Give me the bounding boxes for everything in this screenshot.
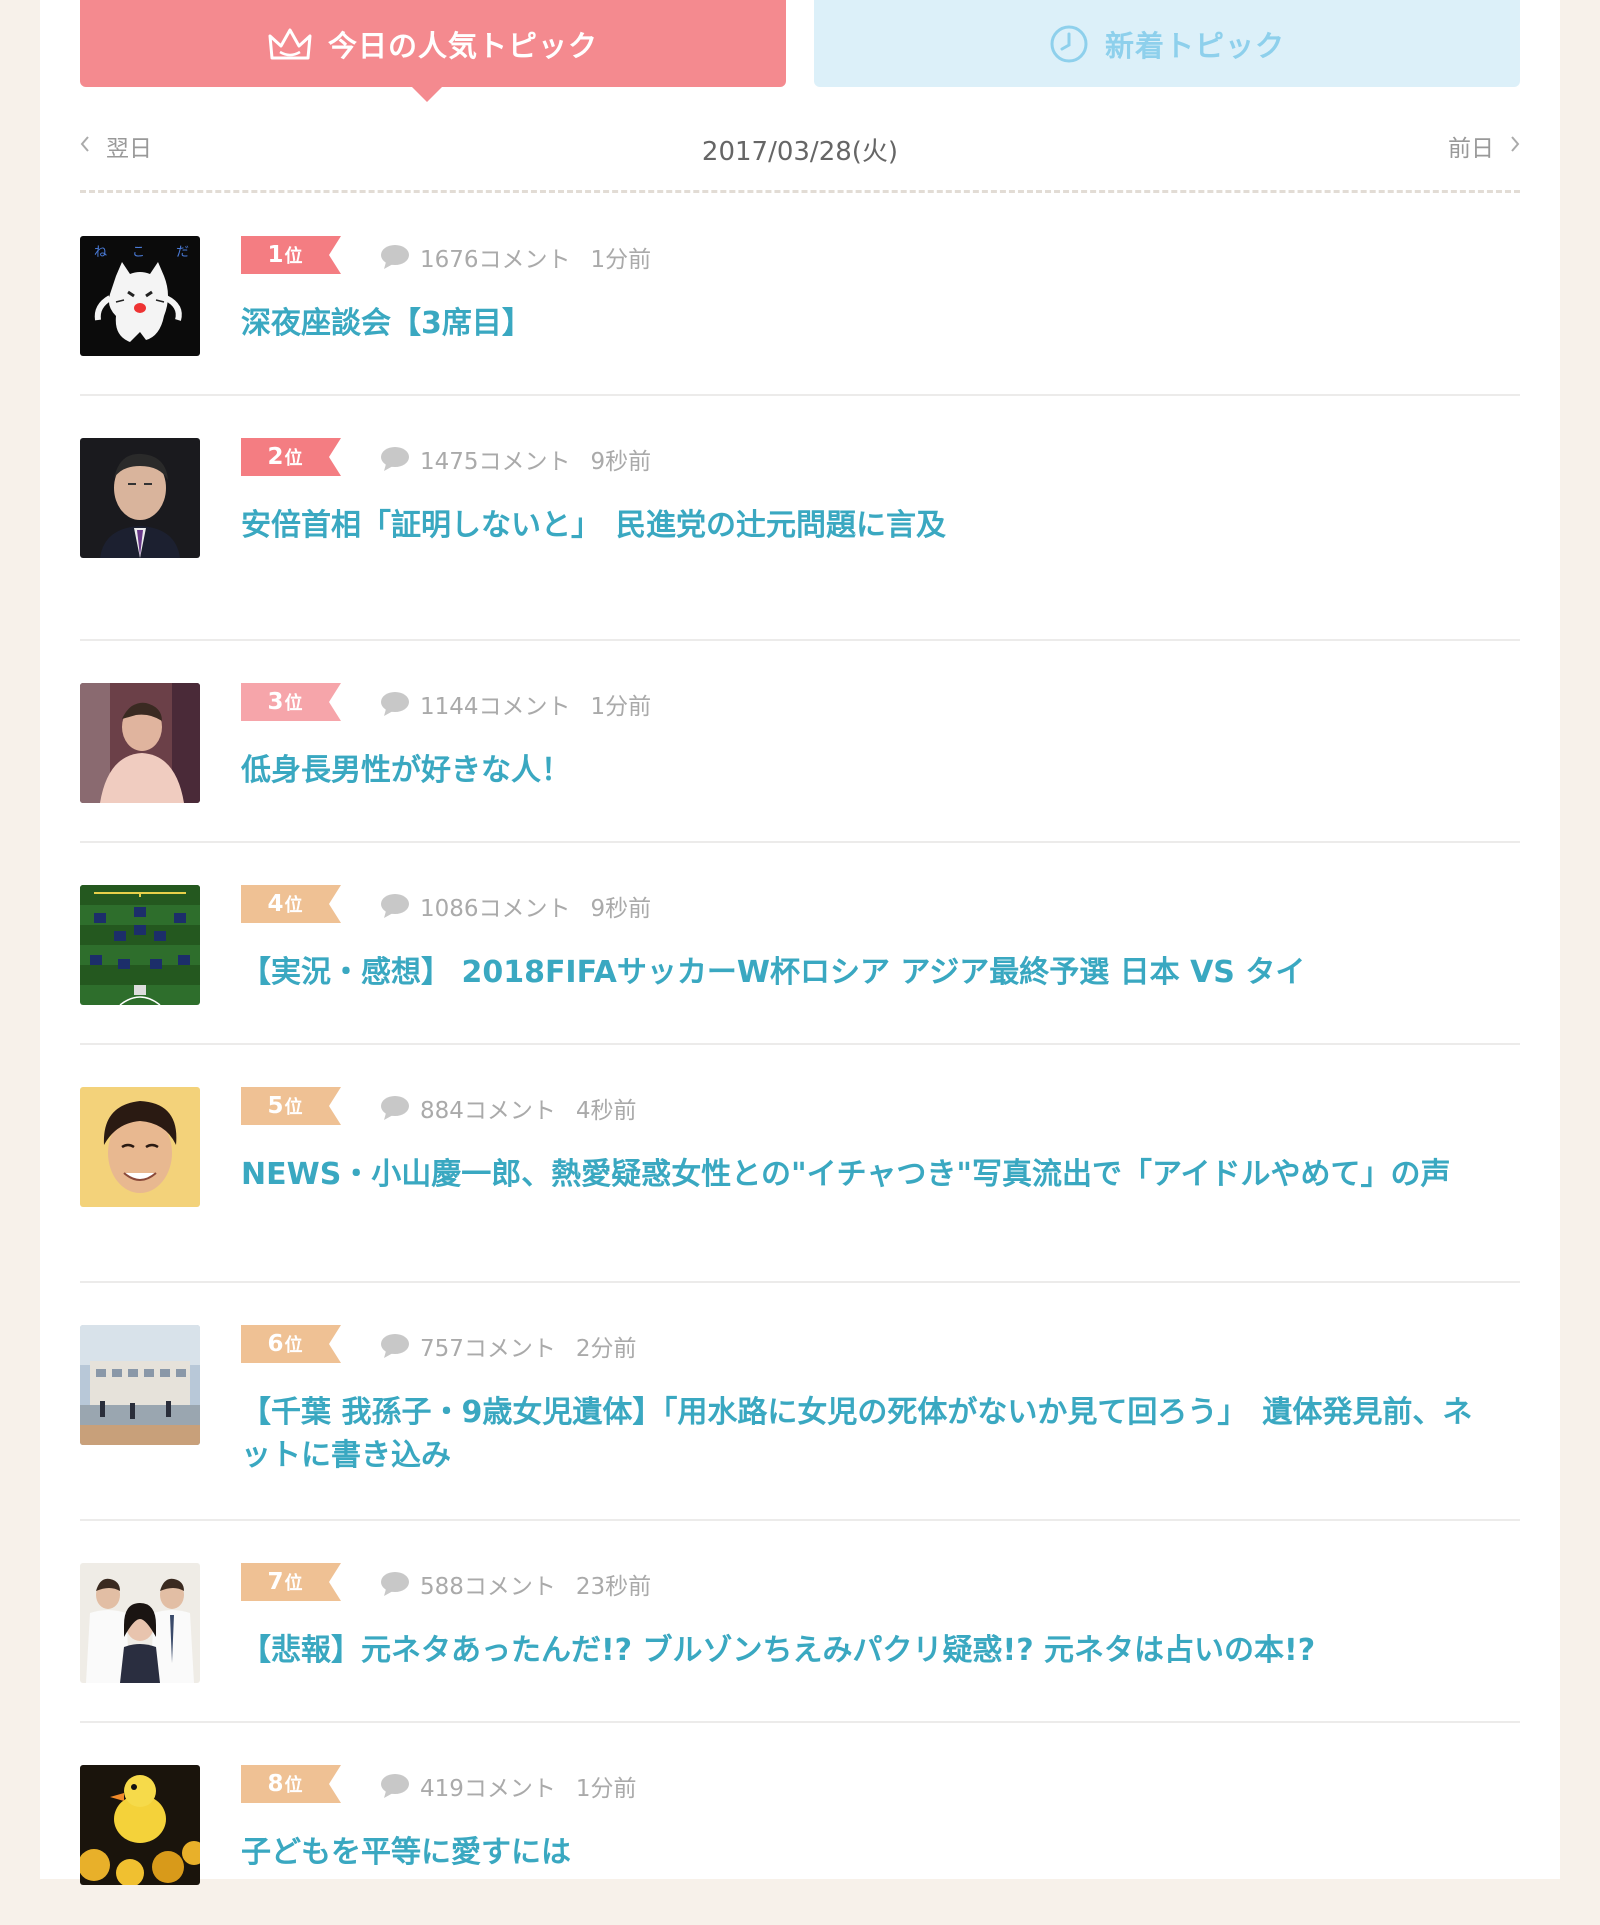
comment-bubble-icon [380,893,410,919]
rank-suffix: 位 [284,1097,303,1118]
thumbnail-school-building[interactable] [80,1325,200,1445]
thumbnail-three-people[interactable] [80,1563,200,1683]
tab-new-label: 新着トピック [1104,28,1285,63]
topic-title-link[interactable]: 低身長男性が好きな人！ [241,749,1491,792]
crown-icon [268,26,312,62]
comment-count: 419コメント [420,1776,556,1802]
comment-bubble-icon [380,1571,410,1597]
topic-title-link[interactable]: 安倍首相「証明しないと」 民進党の辻元問題に言及 [241,504,1491,547]
comment-count: 1676コメント [420,247,571,273]
topic-title-link[interactable]: 【実況・感想】 2018FIFAサッカーW杯ロシア アジア最終予選 日本 VS … [241,951,1491,994]
time-ago: 4秒前 [575,1098,637,1124]
topic-title-link[interactable]: 【悲報】元ネタあったんだ!? ブルゾンちえみパクリ疑惑!? 元ネタは占いの本!? [241,1629,1491,1672]
thumbnail-ghost-cat[interactable]: ね こ だ [80,236,200,356]
rank-number: 1 [267,242,284,268]
tab-popular-topics[interactable]: 今日の人気トピック [80,0,786,87]
topic-title-link[interactable]: NEWS・小山慶一郎、熱愛疑惑女性との"イチャつき"写真流出で「アイドルやめて」… [241,1153,1491,1196]
topic-title-link[interactable]: 深夜座談会【3席目】 [241,302,1491,345]
rank-badge: 8位 [241,1765,341,1803]
rank-number: 6 [267,1331,284,1357]
time-ago: 1分前 [590,694,652,720]
rank-number: 5 [267,1093,284,1119]
rank-suffix: 位 [284,1573,303,1594]
rank-suffix: 位 [284,1335,303,1356]
chevron-right-icon [1510,133,1520,159]
comment-bubble-icon [380,1773,410,1799]
rank-suffix: 位 [284,895,303,916]
page-container: 今日の人気トピック 新着トピック 翌日 2017/03/28(火) 前日 ね こ… [40,0,1560,1885]
rank-badge: 2位 [241,438,341,476]
topic-item[interactable]: 8位 419コメント 1分前 子どもを平等に愛すには [80,1765,1520,1925]
topic-meta: 757コメント 2分前 [380,1329,637,1363]
svg-text:こ: こ [132,245,145,260]
thumbnail-smiling-man[interactable] [80,1087,200,1207]
comment-bubble-icon [380,244,410,270]
thumbnail-person-photo[interactable] [80,683,200,803]
time-ago: 1分前 [590,247,652,273]
rank-suffix: 位 [284,246,303,267]
comment-count: 1144コメント [420,694,571,720]
comment-count: 1475コメント [420,449,571,475]
topic-title-link[interactable]: 子どもを平等に愛すには [241,1831,1491,1874]
topic-meta: 1475コメント 9秒前 [380,442,651,476]
date-divider [80,190,1520,193]
topic-item[interactable]: 6位 757コメント 2分前 【千葉 我孫子・9歳女児遺体】「用水路に女児の死体… [80,1325,1520,1521]
rank-badge: 5位 [241,1087,341,1125]
comment-count: 757コメント [420,1336,556,1362]
date-navigation: 翌日 2017/03/28(火) 前日 [80,125,1520,175]
clock-icon [1049,24,1089,64]
comment-bubble-icon [380,691,410,717]
rank-badge: 4位 [241,885,341,923]
comment-bubble-icon [380,446,410,472]
topic-meta: 1676コメント 1分前 [380,240,651,274]
topic-meta: 1144コメント 1分前 [380,687,651,721]
topic-item[interactable]: ね こ だ 1位 1676コメント 1分前 深夜座談会【3席目】 [80,236,1520,396]
time-ago: 2分前 [575,1336,637,1362]
topic-meta: 1086コメント 9秒前 [380,889,651,923]
time-ago: 23秒前 [575,1574,652,1600]
topic-title-link[interactable]: 【千葉 我孫子・9歳女児遺体】「用水路に女児の死体がないか見て回ろう」 遺体発見… [241,1391,1491,1477]
rank-number: 8 [267,1771,284,1797]
rank-badge: 7位 [241,1563,341,1601]
rank-suffix: 位 [284,448,303,469]
topic-meta: 419コメント 1分前 [380,1769,637,1803]
comment-count: 1086コメント [420,896,571,922]
rank-number: 4 [267,891,284,917]
topic-item[interactable]: 4位 1086コメント 9秒前 【実況・感想】 2018FIFAサッカーW杯ロシ… [80,885,1520,1045]
tab-new-topics[interactable]: 新着トピック [814,0,1520,87]
rank-suffix: 位 [284,1775,303,1796]
rank-suffix: 位 [284,693,303,714]
rank-badge: 1位 [241,236,341,274]
prev-day-link[interactable]: 前日 [1448,129,1520,163]
svg-text:ね: ね [94,245,107,260]
time-ago: 9秒前 [590,449,652,475]
topic-meta: 588コメント 23秒前 [380,1567,651,1601]
thumbnail-man-portrait[interactable] [80,438,200,558]
current-date: 2017/03/28(火) [701,137,899,167]
rank-number: 2 [267,444,284,470]
topic-list: ね こ だ 1位 1676コメント 1分前 深夜座談会【3席目】 2 位 147… [80,236,1520,1925]
rank-number: 7 [267,1569,284,1595]
topic-item[interactable]: 5位 884コメント 4秒前 NEWS・小山慶一郎、熱愛疑惑女性との"イチャつき… [80,1087,1520,1283]
rank-badge: 3位 [241,683,341,721]
comment-count: 588コメント [420,1574,556,1600]
topic-item[interactable]: 7位 588コメント 23秒前 【悲報】元ネタあったんだ!? ブルゾンちえみパク… [80,1563,1520,1723]
rank-number: 3 [267,689,284,715]
active-tab-pointer [411,86,443,102]
prev-day-label: 前日 [1448,136,1494,162]
comment-bubble-icon [380,1095,410,1121]
time-ago: 1分前 [575,1776,637,1802]
svg-text:だ: だ [176,245,189,260]
time-ago: 9秒前 [590,896,652,922]
thumbnail-soccer-formation[interactable] [80,885,200,1005]
rank-badge: 6位 [241,1325,341,1363]
comment-count: 884コメント [420,1098,556,1124]
thumbnail-rubber-ducks[interactable] [80,1765,200,1885]
topic-item[interactable]: 3位 1144コメント 1分前 低身長男性が好きな人！ [80,683,1520,843]
comment-bubble-icon [380,1333,410,1359]
topic-meta: 884コメント 4秒前 [380,1091,637,1125]
topic-item[interactable]: 2位 1475コメント 9秒前 安倍首相「証明しないと」 民進党の辻元問題に言及 [80,438,1520,641]
tab-popular-label: 今日の人気トピック [327,28,598,63]
